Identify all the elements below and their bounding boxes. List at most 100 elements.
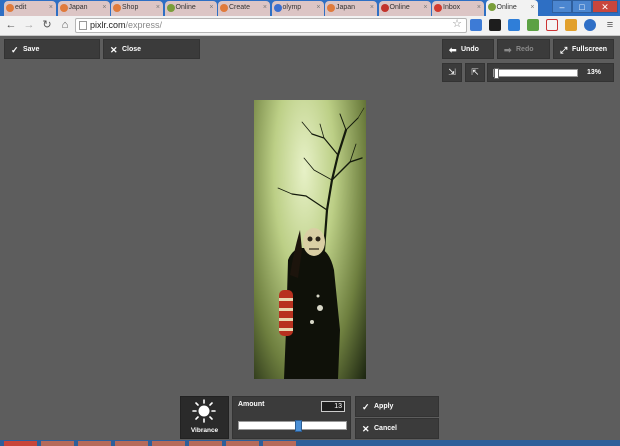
browser-tab[interactable]: Japan × bbox=[57, 1, 110, 16]
browser-tab[interactable]: edit × bbox=[4, 1, 56, 16]
translate-extension-icon[interactable] bbox=[470, 19, 482, 31]
undo-button[interactable]: ⬅ Undo bbox=[442, 39, 494, 59]
tab-close-icon[interactable]: × bbox=[102, 1, 106, 15]
tab-label: Online bbox=[389, 4, 410, 11]
zoom-slider-handle[interactable] bbox=[494, 68, 499, 79]
photo-extension-icon[interactable] bbox=[527, 19, 539, 31]
close-label: Close bbox=[122, 46, 142, 53]
tab-close-icon[interactable]: × bbox=[156, 1, 160, 15]
close-icon: ✕ bbox=[362, 424, 370, 434]
actual-size-button[interactable]: ⇱ bbox=[465, 63, 485, 82]
home-icon[interactable]: ⌂ bbox=[58, 18, 72, 32]
browser-tab[interactable]: Online × bbox=[485, 0, 538, 16]
tab-label: olymp bbox=[282, 4, 302, 11]
undo-label: Undo bbox=[461, 46, 479, 53]
sun-icon bbox=[192, 399, 216, 423]
redo-button[interactable]: ➡ Redo bbox=[497, 39, 550, 59]
fullscreen-label: Fullscreen bbox=[572, 46, 608, 53]
save-button[interactable]: ✓ Save bbox=[4, 39, 100, 59]
browser-tab[interactable]: Shop × bbox=[111, 1, 163, 16]
pin-extension-icon[interactable] bbox=[508, 19, 520, 31]
gmail-icon[interactable] bbox=[546, 19, 558, 31]
reload-icon[interactable]: ↻ bbox=[40, 18, 54, 32]
forward-arrow-icon[interactable]: → bbox=[22, 18, 36, 32]
back-arrow-icon[interactable]: ← bbox=[4, 18, 18, 32]
tab-favicon-icon bbox=[327, 4, 335, 12]
tab-close-icon[interactable]: × bbox=[316, 1, 320, 15]
tab-close-icon[interactable]: × bbox=[477, 1, 481, 15]
check-icon: ✓ bbox=[362, 402, 370, 412]
browser-tab[interactable]: Online × bbox=[378, 1, 431, 16]
tab-close-icon[interactable]: × bbox=[370, 1, 374, 15]
tab-label: Online bbox=[496, 4, 517, 11]
tab-favicon-icon bbox=[220, 4, 228, 12]
tab-label: Inbox bbox=[443, 4, 461, 11]
tab-favicon-icon bbox=[6, 4, 14, 12]
fit-to-screen-button[interactable]: ⇲ bbox=[442, 63, 462, 82]
apply-button[interactable]: ✓ Apply bbox=[355, 396, 439, 417]
taskbar-item[interactable] bbox=[263, 441, 296, 446]
browser-tab[interactable]: Create × bbox=[218, 1, 270, 16]
close-button[interactable]: ✕ Close bbox=[103, 39, 200, 59]
cancel-button[interactable]: ✕ Cancel bbox=[355, 418, 439, 439]
page-icon bbox=[79, 21, 87, 30]
skype-icon[interactable] bbox=[584, 19, 596, 31]
tab-favicon-icon bbox=[113, 4, 121, 12]
browser-tab[interactable]: Online × bbox=[164, 1, 217, 16]
undo-arrow-icon: ⬅ bbox=[449, 45, 457, 55]
expand-icon: ⇱ bbox=[471, 67, 479, 77]
tool-name: Vibrance bbox=[190, 427, 219, 434]
taskbar-item[interactable] bbox=[152, 441, 185, 446]
fullscreen-button[interactable]: ⤢ Fullscreen bbox=[553, 39, 614, 59]
taskbar-item[interactable] bbox=[189, 441, 222, 446]
tab-label: Online bbox=[175, 4, 196, 11]
close-icon: ✕ bbox=[110, 45, 118, 55]
zoom-value: 13% bbox=[586, 69, 601, 76]
extension-icon[interactable] bbox=[565, 19, 577, 31]
image-canvas[interactable] bbox=[254, 100, 366, 379]
zoom-slider[interactable] bbox=[493, 68, 578, 79]
taskbar-item[interactable] bbox=[41, 441, 74, 446]
menu-icon[interactable]: ≡ bbox=[603, 18, 617, 32]
tab-label: Create bbox=[229, 4, 251, 11]
tab-favicon-icon bbox=[166, 4, 175, 12]
maximize-button[interactable]: □ bbox=[572, 0, 592, 13]
redo-arrow-icon: ➡ bbox=[504, 45, 512, 55]
browser-tab[interactable]: olymp × bbox=[271, 1, 324, 16]
apply-label: Apply bbox=[374, 403, 394, 410]
tab-close-icon[interactable]: × bbox=[530, 0, 534, 16]
vibrance-tool-tile[interactable]: Vibrance bbox=[180, 396, 229, 439]
tab-label: Japan bbox=[68, 4, 88, 11]
tab-label: Japan bbox=[336, 4, 356, 11]
fullscreen-icon: ⤢ bbox=[560, 45, 568, 55]
tab-close-icon[interactable]: × bbox=[49, 1, 53, 15]
extension-icon[interactable] bbox=[489, 19, 501, 31]
amount-slider-handle[interactable] bbox=[295, 420, 302, 432]
browser-toolbar: ← → ↻ ⌂ pixlr.com/express/ ☆ ≡ bbox=[0, 16, 620, 36]
tab-favicon-icon bbox=[434, 4, 442, 12]
taskbar-item[interactable] bbox=[115, 441, 148, 446]
amount-value-field[interactable]: 13 bbox=[321, 401, 345, 412]
zoom-control: 13% bbox=[487, 63, 614, 82]
browser-tab[interactable]: Inbox × bbox=[432, 1, 484, 16]
bookmark-star-icon[interactable]: ☆ bbox=[452, 18, 462, 31]
tab-label: Shop bbox=[122, 4, 139, 11]
tab-favicon-icon bbox=[487, 3, 496, 11]
tab-close-icon[interactable]: × bbox=[263, 1, 267, 15]
amount-slider[interactable] bbox=[238, 420, 347, 432]
minimize-button[interactable]: – bbox=[552, 0, 572, 13]
tab-favicon-icon bbox=[59, 4, 68, 12]
tab-close-icon[interactable]: × bbox=[209, 1, 213, 15]
check-icon: ✓ bbox=[11, 45, 19, 55]
tab-close-icon[interactable]: × bbox=[423, 1, 427, 15]
taskbar-item[interactable] bbox=[4, 441, 37, 446]
browser-tab-strip: edit × Japan × Shop × Online × Create × olymp × Japa… bbox=[0, 0, 620, 16]
taskbar-item[interactable] bbox=[78, 441, 111, 446]
browser-tab[interactable]: Japan × bbox=[325, 1, 377, 16]
edited-photo bbox=[277, 107, 365, 379]
amount-label: Amount bbox=[238, 401, 265, 408]
taskbar-item[interactable] bbox=[226, 441, 259, 446]
window-close-button[interactable]: ✕ bbox=[592, 0, 618, 13]
address-bar[interactable]: pixlr.com/express/ ☆ bbox=[75, 18, 467, 33]
tab-favicon-icon bbox=[273, 4, 282, 12]
